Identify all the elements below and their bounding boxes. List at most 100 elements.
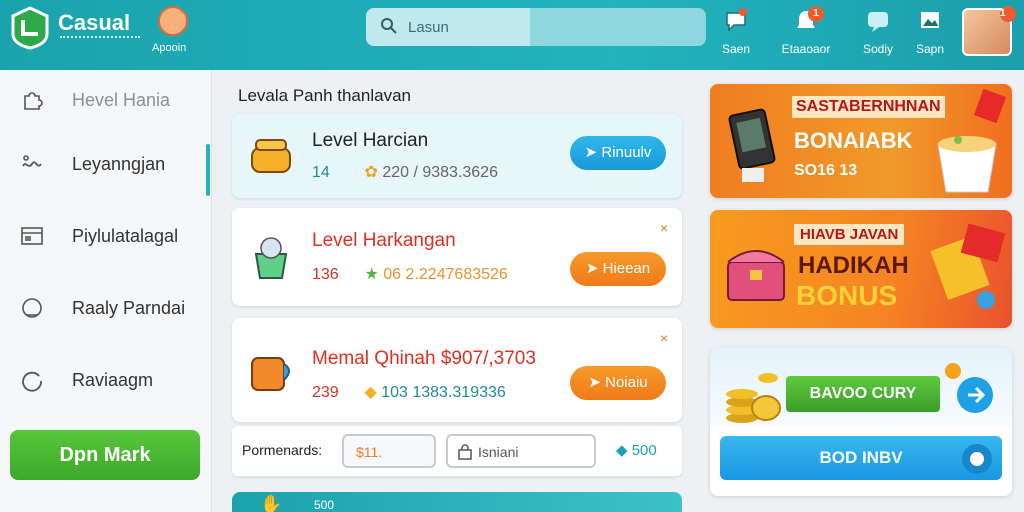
promo-banner-2[interactable]: HIAVB JAVAN HADIKAH BONUS [710,210,1012,328]
price-filter-field[interactable]: $11. [342,434,436,468]
promo-banner-3[interactable]: BAVOO CURY BOD INBV [710,348,1012,496]
sidebar-item-label: Leyanngjan [72,154,166,174]
coin-stack-icon [726,373,781,423]
puzzle-icon [24,92,43,110]
image-icon [921,12,939,28]
card-stat-score: 103 1383.319336 [381,384,506,401]
ice-cream-cup-icon [254,237,288,279]
profile-badge: 1 [1000,6,1016,22]
card-stat-count: 14 [312,164,330,181]
promo-bonus: BONUS [796,280,898,311]
phone-icon [728,108,776,182]
promo-title: SASTABERNHNAN [792,96,945,118]
avatar[interactable] [158,6,188,36]
card-action-button[interactable]: ➤ Rinuulv [570,136,666,170]
avatar-label: Apooin [152,42,187,54]
message-icon [868,12,888,32]
brand-logo-icon[interactable] [10,6,50,50]
globe-icon [22,298,42,318]
sidebar-cta-button[interactable]: Dpn Mark [10,430,200,480]
tag-icon: ◆ [616,442,632,459]
promo-subtext: SO16 13 [794,162,858,179]
card-stat-score: 06 2.2247683526 [383,266,508,283]
profile-picture[interactable]: 1 [962,6,1016,56]
level-card[interactable]: Level Harkangan 136 ★ 06 2.2247683526 × … [232,208,682,306]
card-title: Level Harcian [312,130,429,151]
card-button-label: Hieean [602,260,651,277]
card-stats: 136 ★ 06 2.2247683526 [312,264,508,284]
card-stat-count: 239 [312,384,339,401]
treasure-pot-icon [251,139,291,173]
nav-chat[interactable]: Saen [706,8,766,64]
refresh-icon [22,371,42,392]
nav-notifications[interactable]: 1 Etaaoaor [776,6,836,64]
promo-headline: BONAIABK [794,128,913,153]
sidebar-item-label: Raviaagm [72,370,154,390]
chat-icon [726,8,747,32]
card-button-label: Noiaiu [605,374,648,391]
card-stats: 239 ◆ 103 1383.319336 [312,382,506,402]
brand-underline [60,36,140,39]
top-bar: Casual Apooin Lasun Saen 1 Etaaoaor Sodi… [0,0,1024,70]
filter-value: ◆ 500 [616,442,657,459]
search-input[interactable]: Lasun [408,19,449,36]
search-icon [381,18,397,34]
nav-messages[interactable]: Sodiy [848,8,908,64]
noodle-cup-icon [937,136,997,193]
card-title: Level Harkangan [312,230,456,251]
card-button-label: Rinuulv [601,144,652,161]
hand-icon: ✋ [260,494,283,512]
arrow-icon: ➤ [588,374,606,391]
filter-search-placeholder: Isniani [478,444,519,460]
star-icon: ★ [364,266,379,283]
card-stat-score: 220 / 9383.3626 [382,164,498,181]
nav-label: Etaaoaor [781,42,831,56]
card-title: Memal Qhinah $907/,3703 [312,348,536,369]
treasure-chest-icon [727,250,785,301]
nav-label: Sodiy [862,42,894,56]
close-icon[interactable]: × [660,220,668,236]
diamond-icon: ◆ [364,384,377,401]
brand-name: Casual [58,10,131,35]
nav-gallery[interactable]: Sapn [900,8,960,64]
level-card[interactable]: Level Harcian 14 ✿ 220 / 9383.3626 ➤ Rin… [232,114,682,198]
promo-green-button[interactable]: BAVOO CURY [786,376,940,412]
nav-label: Sapn [915,42,945,56]
sidebar-item-calendar[interactable]: Piylulatalagal [0,206,212,270]
lock-icon [458,444,472,460]
search-bar[interactable]: Lasun [366,8,706,46]
card-action-button[interactable]: ➤ Noiaiu [570,366,666,400]
sidebar-item-label: Raaly Parndai [72,298,186,318]
card-action-button[interactable]: ➤ Hieean [570,252,666,286]
filter-label: Pormenards: [242,442,323,458]
promo-title: HIAVB JAVAN [794,224,905,245]
wave-icon [22,155,42,167]
coin-icon: ✿ [364,164,378,181]
promo-banner-1[interactable]: SASTABERNHNAN BONAIABK SO16 13 [710,84,1012,198]
gift-tag-icon [973,88,1007,124]
ticket-icon [930,223,1006,309]
bottom-card-text: 500 [314,498,335,512]
sidebar-active-marker [206,144,210,196]
arrow-icon: ➤ [584,144,602,161]
main-panel: Levala Panh thanlavan Level Harcian 14 ✿… [214,70,694,512]
page-title: Levala Panh thanlavan [238,86,411,105]
sidebar-item-level[interactable]: Hevel Hania [0,70,212,134]
sidebar-item-globe[interactable]: Raaly Parndai [0,278,212,342]
bottom-card[interactable]: ✋ 500 [232,492,682,512]
sidebar-item-leyanngjan[interactable]: Leyanngjan [0,134,212,198]
nav-label: Saen [721,42,751,56]
calendar-icon [21,227,43,245]
close-icon[interactable]: × [660,330,668,346]
play-arrow-icon[interactable] [956,376,994,414]
sidebar: Hevel Hania Leyanngjan Piylulatalagal Ra… [0,70,212,512]
notification-badge: 1 [808,6,824,22]
sidebar-item-refresh[interactable]: Raviaagm [0,350,212,414]
filter-search-input[interactable]: Isniani [446,434,596,468]
treasure-jar-icon [251,357,290,391]
card-stats: 14 ✿ 220 / 9383.3626 [312,162,498,182]
gear-icon [962,444,992,474]
sidebar-item-label: Hevel Hania [72,90,171,110]
level-card[interactable]: Memal Qhinah $907/,3703 239 ◆ 103 1383.3… [232,318,682,422]
filter-bar: Pormenards: $11. Isniani ◆ 500 [232,426,682,476]
